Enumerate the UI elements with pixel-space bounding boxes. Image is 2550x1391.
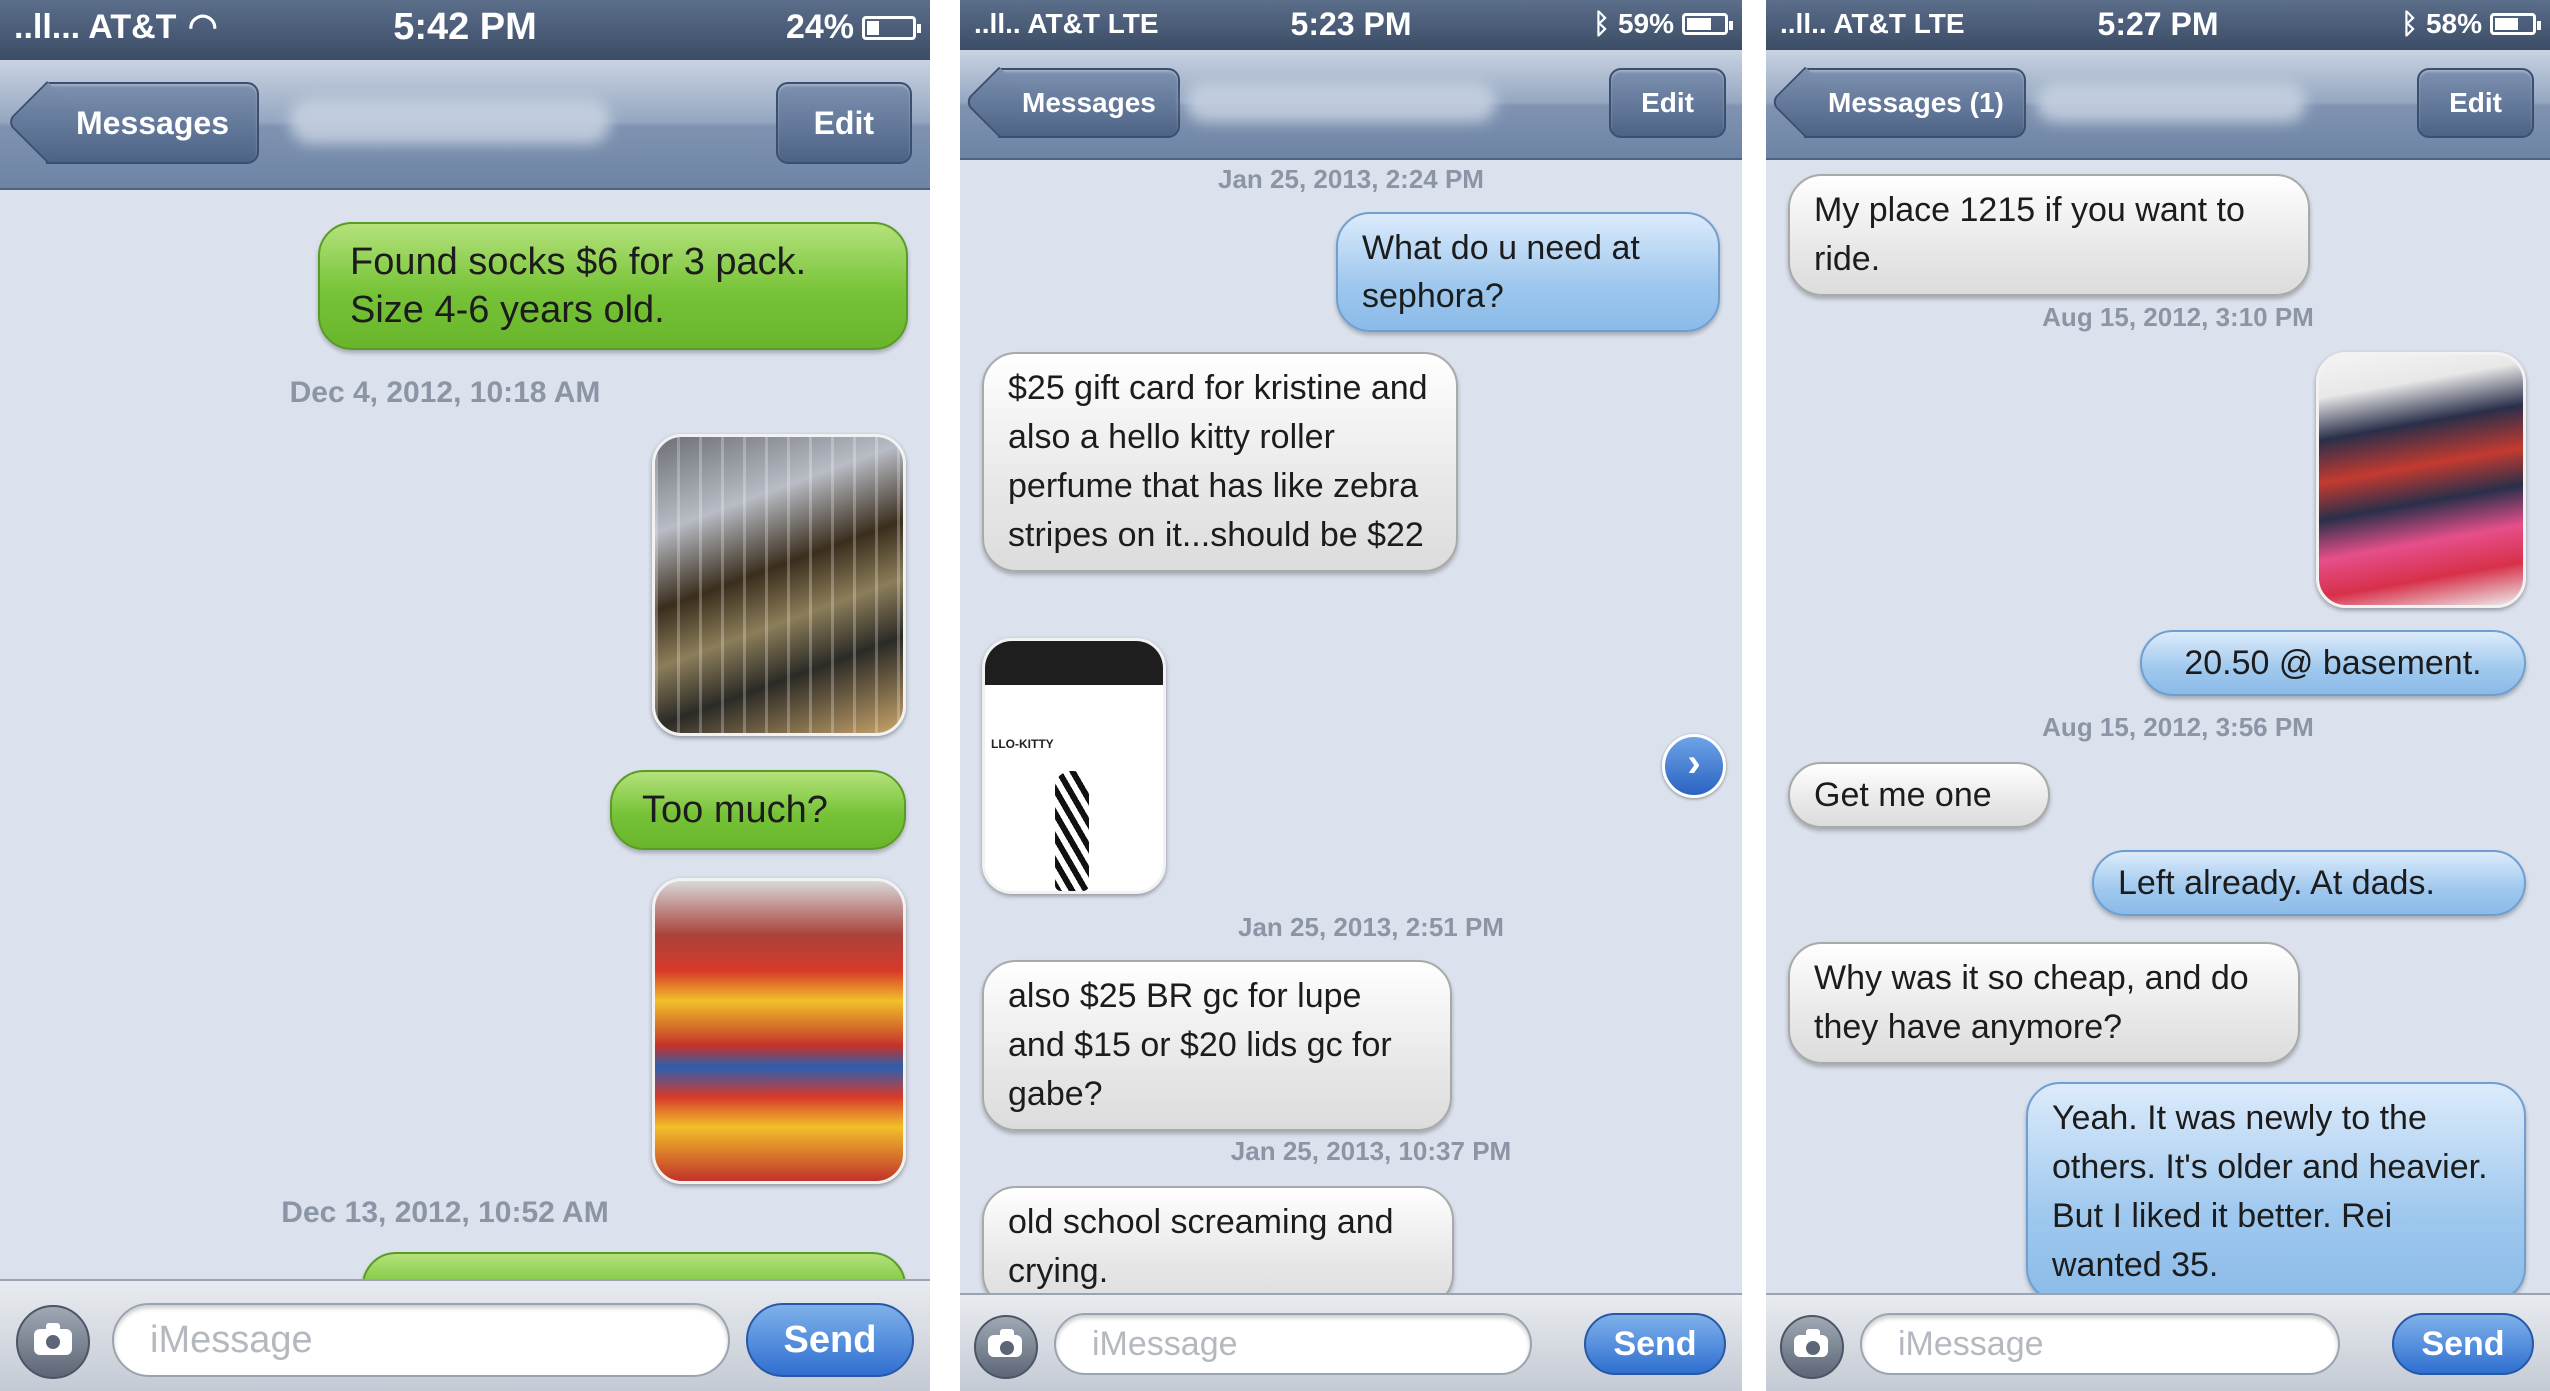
screen-3: ..ll.. AT&T LTE 5:27 PM ᛒ 58% Messages (… — [1766, 0, 2550, 1391]
message-input[interactable]: iMessage — [112, 1303, 730, 1377]
screen-1: ..ll... AT&T ◠ 5:42 PM 24% Messages Edit… — [0, 0, 930, 1391]
battery-status: ᛒ 59% — [1593, 8, 1733, 40]
cart-grid-icon — [655, 437, 903, 733]
timestamp: Aug 15, 2012, 3:10 PM — [2042, 302, 2314, 332]
bluetooth-icon: ᛒ — [2401, 8, 2418, 39]
edit-button[interactable]: Edit — [1609, 68, 1726, 138]
message-input[interactable]: iMessage — [1860, 1313, 2340, 1375]
input-bar: iMessage Send — [960, 1293, 1742, 1391]
camera-button[interactable] — [974, 1315, 1038, 1379]
chevron-right-icon[interactable]: › — [1662, 734, 1726, 798]
camera-button[interactable] — [16, 1305, 90, 1379]
bluetooth-icon: ᛒ — [1593, 8, 1610, 39]
input-bar: iMessage Send — [0, 1279, 930, 1391]
message-bubble-received: Why was it so cheap, and do they have an… — [1788, 942, 2300, 1064]
battery-icon — [1682, 13, 1733, 35]
status-bar: ..ll... AT&T ◠ 5:42 PM 24% — [0, 0, 930, 60]
screen-2: ..ll.. AT&T LTE 5:23 PM ᛒ 59% Messages E… — [960, 0, 1742, 1391]
status-bar: ..ll.. AT&T LTE 5:23 PM ᛒ 59% — [960, 0, 1742, 50]
photo-attachment-webpage[interactable]: LLO-KITTY — [982, 638, 1166, 894]
message-bubble-sent: Yeah. It was newly to the others. It's o… — [2026, 1082, 2526, 1295]
message-input[interactable]: iMessage — [1054, 1313, 1532, 1375]
webpage-header — [985, 641, 1163, 685]
input-bar: iMessage Send — [1766, 1293, 2550, 1391]
contact-name-blurred — [1186, 82, 1496, 122]
timestamp: Jan 25, 2013, 2:24 PM — [1218, 164, 1484, 194]
camera-icon — [1794, 1329, 1828, 1357]
send-button[interactable]: Send — [746, 1303, 914, 1377]
send-button[interactable]: Send — [2392, 1313, 2534, 1375]
message-bubble-sent: Found socks $6 for 3 pack. Size 4-6 year… — [318, 222, 908, 350]
nav-bar: Messages Edit — [0, 60, 930, 190]
webpage-title: LLO-KITTY — [991, 737, 1054, 751]
battery-percent: 24% — [785, 8, 854, 46]
conversation[interactable]: My place 1215 if you want to ride. Aug 1… — [1766, 160, 2550, 1295]
nav-bar: Messages Edit — [960, 50, 1742, 160]
photo-attachment-wine[interactable] — [652, 434, 906, 736]
timestamp: Dec 4, 2012, 10:18 AM — [289, 376, 601, 409]
conversation[interactable]: Jan 25, 2013, 2:24 PM What do u need at … — [960, 160, 1742, 1295]
photo-attachment-toys[interactable] — [652, 878, 906, 1184]
status-bar: ..ll.. AT&T LTE 5:27 PM ᛒ 58% — [1766, 0, 2550, 50]
battery-percent: 58% — [2425, 8, 2482, 39]
message-bubble-received: $25 gift card for kristine and also a he… — [982, 352, 1458, 572]
battery-icon — [2490, 13, 2541, 35]
message-bubble-received: My place 1215 if you want to ride. — [1788, 174, 2310, 296]
timestamp: Jan 25, 2013, 10:37 PM — [1230, 1136, 1512, 1166]
battery-icon — [862, 15, 921, 40]
message-bubble-sent: Left already. At dads. — [2092, 850, 2526, 916]
back-button-label: Messages — [76, 105, 229, 141]
message-bubble-sent: 20.50 @ basement. — [2140, 630, 2526, 696]
message-bubble-received: also $25 BR gc for lupe and $15 or $20 l… — [982, 960, 1452, 1131]
message-bubble-sent-partial — [362, 1252, 906, 1281]
battery-percent: 59% — [1617, 8, 1674, 39]
back-button-label: Messages (1) — [1828, 87, 2004, 118]
back-button[interactable]: Messages — [5, 80, 259, 164]
contact-name-blurred — [2036, 82, 2306, 122]
conversation[interactable]: Found socks $6 for 3 pack. Size 4-6 year… — [0, 190, 930, 1281]
timestamp: Dec 13, 2012, 10:52 AM — [281, 1196, 609, 1229]
message-bubble-received: Get me one — [1788, 762, 2050, 828]
camera-button[interactable] — [1780, 1315, 1844, 1379]
battery-status: ᛒ 58% — [2401, 8, 2541, 40]
photo-attachment-chair[interactable] — [2316, 352, 2526, 608]
message-bubble-sent: Too much? — [610, 770, 906, 850]
timestamp: Jan 25, 2013, 2:51 PM — [1238, 912, 1504, 942]
nav-bar: Messages (1) Edit — [1766, 50, 2550, 160]
edit-button[interactable]: Edit — [775, 82, 912, 164]
camera-icon — [988, 1329, 1022, 1357]
message-bubble-received: old school screaming and crying. — [982, 1186, 1454, 1295]
zebra-perfume-image — [1055, 771, 1089, 891]
message-bubble-sent: What do u need at sephora? — [1336, 212, 1720, 332]
battery-status: 24% — [785, 8, 921, 47]
contact-name-blurred — [290, 98, 610, 144]
back-button[interactable]: Messages — [963, 66, 1180, 138]
edit-button[interactable]: Edit — [2417, 68, 2534, 138]
back-button-label: Messages — [1022, 87, 1156, 118]
camera-icon — [34, 1323, 72, 1355]
back-button[interactable]: Messages (1) — [1769, 66, 2026, 138]
timestamp: Aug 15, 2012, 3:56 PM — [2042, 712, 2314, 742]
send-button[interactable]: Send — [1584, 1313, 1726, 1375]
